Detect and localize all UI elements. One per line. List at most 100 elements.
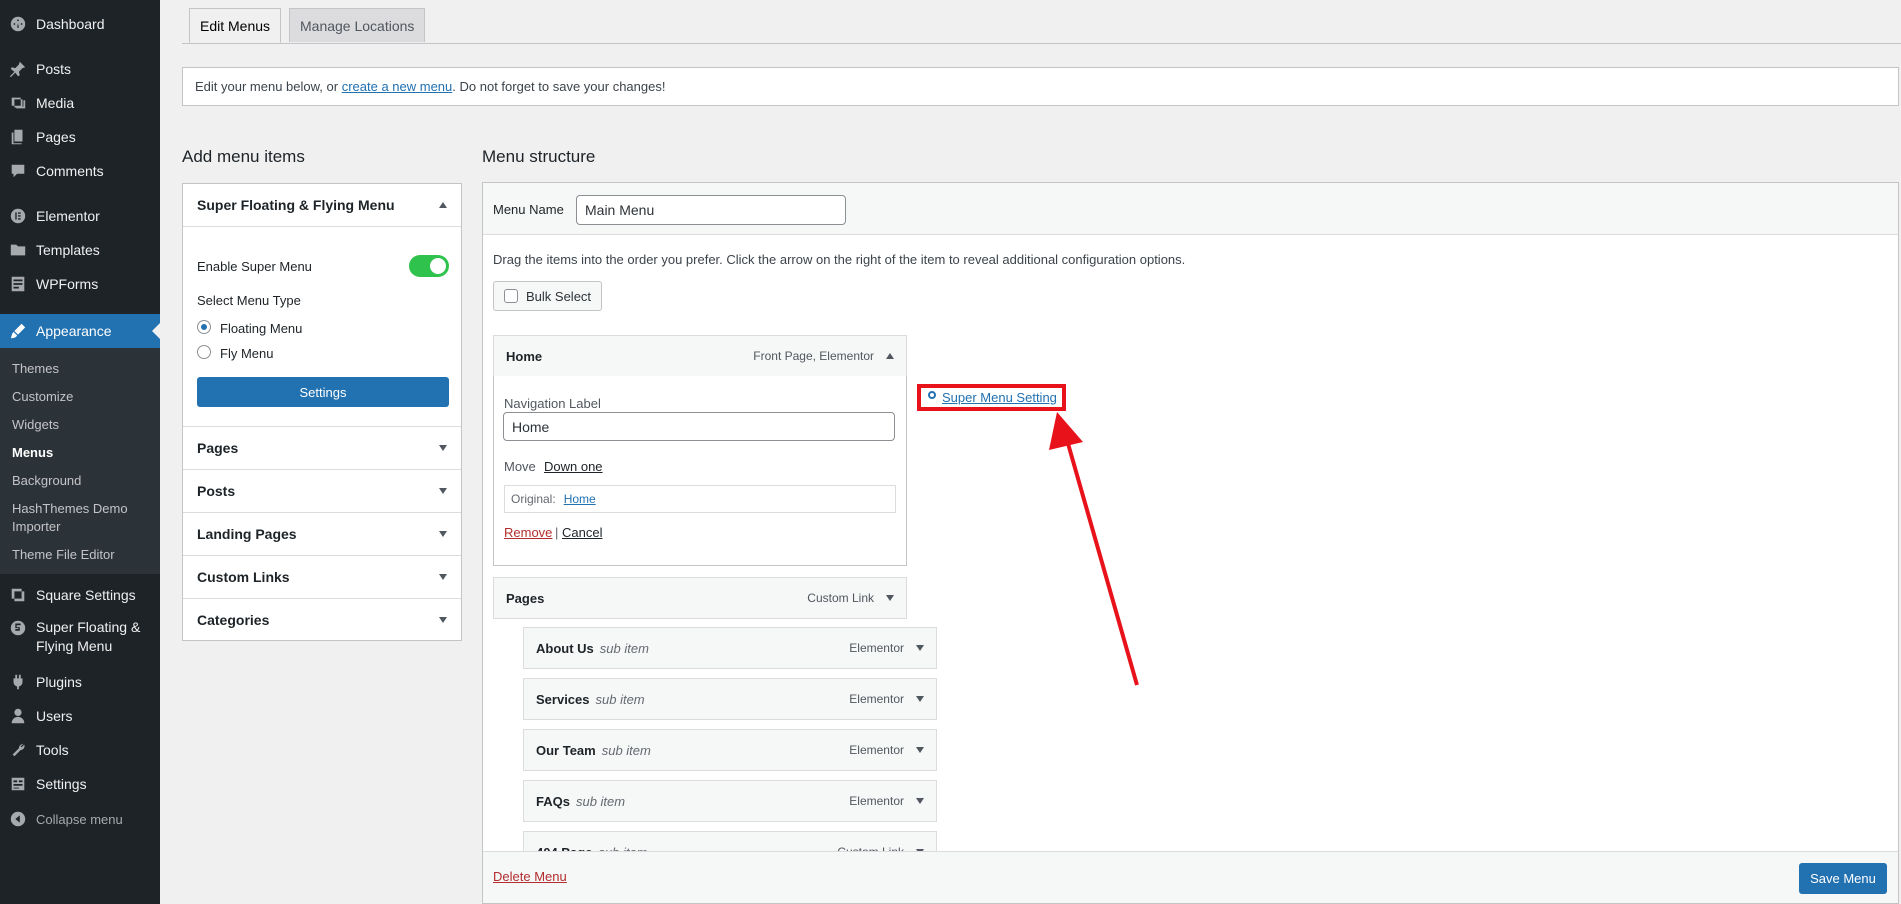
sidebar-item-templates[interactable]: Templates bbox=[0, 233, 160, 267]
settings-icon bbox=[9, 775, 27, 793]
sidebar-item-label: Elementor bbox=[36, 208, 100, 224]
floating-menu-radio[interactable] bbox=[197, 320, 211, 334]
menu-item-title: About Us bbox=[536, 640, 594, 656]
section-title: Posts bbox=[197, 483, 236, 499]
submenu-item-hashthemes-demo-importer[interactable]: HashThemes Demo Importer bbox=[12, 500, 147, 536]
navigation-label-caption: Navigation Label bbox=[504, 396, 601, 411]
sidebar-item-comments[interactable]: Comments bbox=[0, 154, 160, 188]
plug-icon bbox=[9, 673, 27, 691]
navigation-label-input[interactable]: Home bbox=[503, 412, 895, 441]
link-separator: | bbox=[555, 525, 559, 540]
sidebar-item-label: Appearance bbox=[36, 323, 112, 339]
sidebar-item-label: WPForms bbox=[36, 276, 99, 292]
menu-item-type: Custom Link bbox=[807, 591, 874, 605]
accordion-section-posts[interactable]: Posts bbox=[183, 469, 461, 512]
accordion-section-landing-pages[interactable]: Landing Pages bbox=[183, 512, 461, 555]
sidebar-item-users[interactable]: Users bbox=[0, 699, 160, 733]
submenu-item-customize[interactable]: Customize bbox=[12, 388, 73, 406]
sidebar-item-super-floating-flying-menu[interactable]: Super Floating & Flying Menu bbox=[0, 612, 160, 656]
accordion-section-categories[interactable]: Categories bbox=[183, 598, 461, 640]
menu-item-title: Services bbox=[536, 691, 590, 707]
sidebar-item-settings[interactable]: Settings bbox=[0, 767, 160, 801]
submenu-item-menus[interactable]: Menus bbox=[12, 444, 53, 462]
super-menu-panel-header[interactable]: Super Floating & Flying Menu bbox=[183, 184, 461, 226]
collapse-arrow-icon[interactable] bbox=[886, 353, 894, 359]
sub-item-tag: sub item bbox=[595, 691, 645, 707]
menu-item-type: Elementor bbox=[849, 692, 904, 706]
square-icon bbox=[9, 586, 27, 604]
accordion-section-pages[interactable]: Pages bbox=[183, 426, 461, 469]
enable-super-menu-label: Enable Super Menu bbox=[197, 259, 312, 274]
add-menu-items-heading: Add menu items bbox=[182, 147, 305, 166]
create-new-menu-link[interactable]: create a new menu bbox=[342, 79, 453, 94]
enable-super-menu-toggle[interactable] bbox=[409, 255, 449, 277]
sidebar-item-label: Dashboard bbox=[36, 16, 105, 32]
collapse-icon bbox=[9, 810, 27, 828]
move-down-one-link[interactable]: Down one bbox=[544, 459, 603, 474]
wrench-icon bbox=[9, 741, 27, 759]
save-menu-button[interactable]: Save Menu bbox=[1799, 863, 1887, 894]
expand-arrow-icon[interactable] bbox=[916, 645, 924, 651]
sidebar-item-label: Square Settings bbox=[36, 587, 136, 603]
submenu-item-themes[interactable]: Themes bbox=[12, 360, 59, 378]
collapse-menu-button[interactable]: Collapse menu bbox=[0, 802, 160, 836]
menu-item-home[interactable]: Home Front Page, Elementor bbox=[493, 335, 907, 377]
notice-text-end: . Do not forget to save your changes! bbox=[452, 79, 666, 94]
sidebar-item-dashboard[interactable]: Dashboard bbox=[0, 7, 160, 41]
accordion-section-custom-links[interactable]: Custom Links bbox=[183, 555, 461, 598]
admin-sidebar: Dashboard Posts Media Pages Comments Ele… bbox=[0, 0, 160, 904]
menu-item-services[interactable]: Services sub item Elementor bbox=[523, 678, 937, 720]
menu-name-header: Menu Name Main Menu bbox=[483, 183, 1898, 235]
menu-structure-panel: Menu Name Main Menu Drag the items into … bbox=[482, 182, 1899, 904]
menu-item-our-team[interactable]: Our Team sub item Elementor bbox=[523, 729, 937, 771]
media-icon bbox=[9, 94, 27, 112]
fly-menu-radio[interactable] bbox=[197, 345, 211, 359]
sidebar-item-wpforms[interactable]: WPForms bbox=[0, 267, 160, 301]
original-home-link[interactable]: Home bbox=[564, 492, 596, 506]
tab-edit-menus[interactable]: Edit Menus bbox=[189, 8, 282, 43]
folder-icon bbox=[9, 241, 27, 259]
menu-item-title: FAQs bbox=[536, 793, 570, 809]
menu-item-title: Pages bbox=[506, 590, 545, 606]
sidebar-item-label: Super Floating & Flying Menu bbox=[36, 619, 141, 654]
submenu-item-widgets[interactable]: Widgets bbox=[12, 416, 59, 434]
dashboard-icon bbox=[9, 15, 27, 33]
sidebar-item-elementor[interactable]: Elementor bbox=[0, 199, 160, 233]
menu-item-title: Home bbox=[506, 348, 543, 364]
sidebar-item-plugins[interactable]: Plugins bbox=[0, 665, 160, 699]
cancel-item-link[interactable]: Cancel bbox=[562, 525, 602, 540]
sidebar-item-appearance[interactable]: Appearance bbox=[0, 314, 160, 348]
sidebar-item-posts[interactable]: Posts bbox=[0, 52, 160, 86]
menu-item-home-settings: Navigation Label Home Move Down one Orig… bbox=[493, 376, 907, 566]
super-menu-settings-button[interactable]: Settings bbox=[197, 377, 449, 407]
bulk-select-checkbox[interactable] bbox=[504, 289, 518, 303]
panel-title: Super Floating & Flying Menu bbox=[197, 197, 395, 213]
expand-arrow-icon bbox=[439, 616, 447, 623]
comment-icon bbox=[9, 162, 27, 180]
menu-name-input[interactable]: Main Menu bbox=[576, 195, 846, 225]
menu-structure-heading: Menu structure bbox=[482, 147, 596, 166]
expand-arrow-icon[interactable] bbox=[886, 595, 894, 601]
sidebar-item-label: Templates bbox=[36, 242, 100, 258]
delete-menu-link[interactable]: Delete Menu bbox=[493, 869, 567, 884]
expand-arrow-icon[interactable] bbox=[916, 747, 924, 753]
expand-arrow-icon[interactable] bbox=[916, 696, 924, 702]
sidebar-item-pages[interactable]: Pages bbox=[0, 120, 160, 154]
bulk-select-button[interactable]: Bulk Select bbox=[493, 281, 603, 311]
pin-icon bbox=[9, 60, 27, 78]
brush-icon bbox=[9, 322, 27, 340]
remove-item-link[interactable]: Remove bbox=[504, 525, 552, 540]
sidebar-item-label: Comments bbox=[36, 163, 104, 179]
menu-item-type: Elementor bbox=[849, 794, 904, 808]
expand-arrow-icon[interactable] bbox=[916, 798, 924, 804]
submenu-item-background[interactable]: Background bbox=[12, 472, 81, 490]
menu-item-faqs[interactable]: FAQs sub item Elementor bbox=[523, 780, 937, 822]
tab-manage-locations[interactable]: Manage Locations bbox=[289, 8, 426, 42]
sidebar-item-tools[interactable]: Tools bbox=[0, 733, 160, 767]
sidebar-item-square-settings[interactable]: Square Settings bbox=[0, 578, 160, 612]
menu-item-about-us[interactable]: About Us sub item Elementor bbox=[523, 627, 937, 669]
sidebar-item-media[interactable]: Media bbox=[0, 86, 160, 120]
sidebar-item-label: Tools bbox=[36, 742, 69, 758]
menu-item-pages[interactable]: Pages Custom Link bbox=[493, 577, 907, 619]
submenu-item-theme-file-editor[interactable]: Theme File Editor bbox=[12, 546, 115, 564]
